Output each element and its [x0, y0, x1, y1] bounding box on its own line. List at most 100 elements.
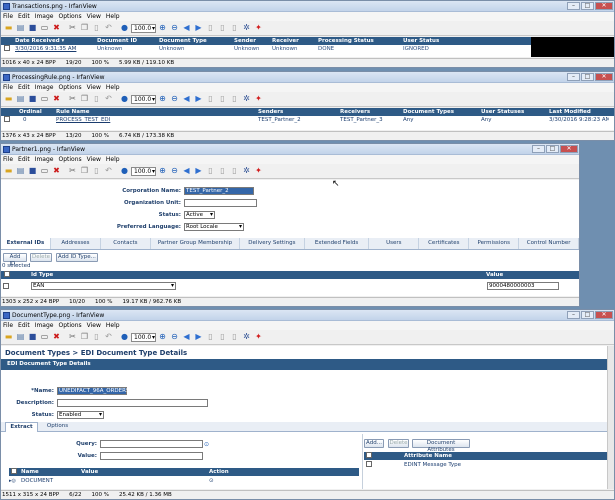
- irfanview-icon[interactable]: ✦: [253, 94, 264, 105]
- add-button[interactable]: Add...: [364, 439, 384, 448]
- menu-view[interactable]: View: [87, 156, 101, 163]
- tab-extract[interactable]: Extract: [5, 422, 38, 432]
- cut-icon[interactable]: ✂: [67, 332, 78, 343]
- select-all-checkbox[interactable]: [4, 271, 10, 277]
- menu-options[interactable]: Options: [58, 84, 81, 91]
- page-icon[interactable]: ▯: [205, 94, 216, 105]
- delete-button[interactable]: Delete: [30, 253, 52, 262]
- page3-icon[interactable]: ▯: [229, 23, 240, 34]
- page-icon[interactable]: ▯: [205, 166, 216, 177]
- open-folder-icon[interactable]: ▬: [3, 23, 14, 34]
- col-last-modified[interactable]: Last Modified: [549, 109, 609, 115]
- value-field[interactable]: [100, 452, 203, 460]
- print-icon[interactable]: ▭: [39, 166, 50, 177]
- tab-addresses[interactable]: Addresses: [51, 238, 101, 249]
- menu-image[interactable]: Image: [35, 156, 54, 163]
- select-all-checkbox[interactable]: [366, 452, 372, 458]
- zoom-out-icon[interactable]: ⊖: [169, 23, 180, 34]
- cut-icon[interactable]: ✂: [67, 23, 78, 34]
- tab-external-ids[interactable]: External IDs: [1, 238, 51, 249]
- col-user-status[interactable]: User Status: [403, 38, 463, 44]
- table-row[interactable]: ▸◎ DOCUMENT ⊙: [9, 477, 359, 484]
- col-id-type[interactable]: Id Type: [31, 272, 486, 278]
- page-icon[interactable]: ▯: [205, 23, 216, 34]
- menu-help[interactable]: Help: [106, 13, 120, 20]
- corporation-name-field[interactable]: TEST_Partner_2: [184, 187, 254, 195]
- maximize-button[interactable]: □: [546, 145, 559, 153]
- menu-help[interactable]: Help: [106, 322, 120, 329]
- page2-icon[interactable]: ▯: [217, 94, 228, 105]
- status-select[interactable]: Enabled: [57, 411, 104, 419]
- row-checkbox[interactable]: [4, 44, 10, 51]
- zoom-in-icon[interactable]: ⊕: [157, 332, 168, 343]
- page2-icon[interactable]: ▯: [217, 23, 228, 34]
- close-button[interactable]: ✕: [560, 145, 578, 153]
- settings-icon[interactable]: ✲: [241, 94, 252, 105]
- zoom-select[interactable]: 100.0 ▾: [131, 94, 156, 104]
- tab-delivery-settings[interactable]: Delivery Settings: [240, 238, 305, 249]
- menu-image[interactable]: Image: [35, 84, 54, 91]
- zoom-out-icon[interactable]: ⊖: [169, 332, 180, 343]
- page-icon[interactable]: ▯: [205, 332, 216, 343]
- date-link[interactable]: 3/30/2016 9:31:35 AM: [15, 46, 97, 52]
- save-icon[interactable]: ■: [27, 23, 38, 34]
- menu-view[interactable]: View: [87, 13, 101, 20]
- zoom-select[interactable]: 100.0 ▾: [131, 23, 156, 33]
- tab-control-number[interactable]: Control Number: [519, 238, 579, 249]
- page2-icon[interactable]: ▯: [217, 332, 228, 343]
- col-user-statuses[interactable]: User Statuses: [481, 109, 549, 115]
- col-ordinal[interactable]: Ordinal: [19, 109, 56, 115]
- query-info-icon[interactable]: ⊙: [204, 441, 209, 448]
- menu-edit[interactable]: Edit: [18, 156, 30, 163]
- open-folder-icon[interactable]: ▬: [3, 94, 14, 105]
- id-type-select[interactable]: EAN: [31, 282, 176, 290]
- cut-icon[interactable]: ✂: [67, 166, 78, 177]
- col-processing-status[interactable]: Processing Status: [318, 38, 403, 44]
- previous-icon[interactable]: ◀: [181, 23, 192, 34]
- col-document-types[interactable]: Document Types: [403, 109, 481, 115]
- zoom-out-icon[interactable]: ⊖: [169, 94, 180, 105]
- tab-contacts[interactable]: Contacts: [101, 238, 151, 249]
- page3-icon[interactable]: ▯: [229, 94, 240, 105]
- select-all-checkbox[interactable]: [11, 468, 17, 474]
- menu-file[interactable]: File: [3, 13, 13, 20]
- document-attributes-button[interactable]: Document Attributes: [412, 439, 470, 453]
- id-value-field[interactable]: 9000480000003: [487, 282, 559, 290]
- paste-icon[interactable]: ▯: [91, 94, 102, 105]
- zoom-in-icon[interactable]: ⊕: [157, 166, 168, 177]
- thumbnails-icon[interactable]: ▤: [15, 332, 26, 343]
- row-action-icon[interactable]: ⊙: [209, 478, 214, 484]
- next-icon[interactable]: ▶: [193, 94, 204, 105]
- col-document-id[interactable]: Document ID: [97, 38, 159, 44]
- close-button[interactable]: ✕: [595, 73, 613, 81]
- menu-options[interactable]: Options: [58, 322, 81, 329]
- next-icon[interactable]: ▶: [193, 166, 204, 177]
- open-folder-icon[interactable]: ▬: [3, 332, 14, 343]
- copy-icon[interactable]: ❐: [79, 23, 90, 34]
- delete-icon[interactable]: ✖: [51, 332, 62, 343]
- col-senders[interactable]: Senders: [258, 109, 340, 115]
- menu-help[interactable]: Help: [106, 156, 120, 163]
- delete-icon[interactable]: ✖: [51, 94, 62, 105]
- menu-options[interactable]: Options: [58, 13, 81, 20]
- table-row[interactable]: EDINT Message Type: [364, 460, 607, 468]
- settings-icon[interactable]: ✲: [241, 166, 252, 177]
- save-icon[interactable]: ■: [27, 332, 38, 343]
- undo-icon[interactable]: ↶: [103, 332, 114, 343]
- col-document-type[interactable]: Document Type: [159, 38, 234, 44]
- menu-edit[interactable]: Edit: [18, 322, 30, 329]
- info-icon[interactable]: ●: [119, 94, 130, 105]
- save-icon[interactable]: ■: [27, 94, 38, 105]
- previous-icon[interactable]: ◀: [181, 332, 192, 343]
- add-id-type-button[interactable]: Add ID Type...: [56, 253, 98, 262]
- save-icon[interactable]: ■: [27, 166, 38, 177]
- info-icon[interactable]: ●: [119, 332, 130, 343]
- minimize-button[interactable]: –: [567, 2, 580, 10]
- tab-options[interactable]: Options: [41, 422, 74, 432]
- col-name[interactable]: Name: [21, 469, 81, 475]
- menu-file[interactable]: File: [3, 84, 13, 91]
- maximize-button[interactable]: □: [581, 311, 594, 319]
- rule-name-link[interactable]: PROCESS_TEST_EDI: [56, 117, 258, 123]
- previous-icon[interactable]: ◀: [181, 94, 192, 105]
- delete-button[interactable]: Delete: [388, 439, 409, 448]
